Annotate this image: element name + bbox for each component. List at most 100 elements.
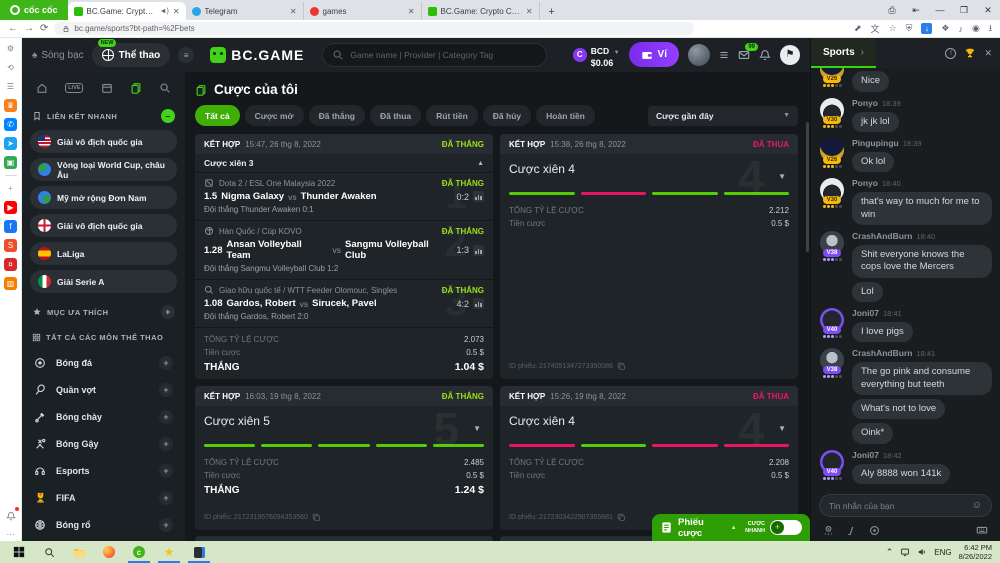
expand-sport-icon[interactable]: + xyxy=(159,491,173,505)
notifications-icon[interactable] xyxy=(4,509,17,522)
game-search[interactable] xyxy=(322,43,547,67)
filter-4[interactable]: Rút tiền xyxy=(426,105,478,126)
shield-icon[interactable]: ⛨ xyxy=(906,23,913,34)
youtube-icon[interactable]: ▶ xyxy=(4,201,17,214)
scrollbar[interactable] xyxy=(806,122,809,252)
session-restore-icon[interactable]: ⇤ xyxy=(904,5,928,16)
chat-username[interactable]: Ponyo18:39 xyxy=(852,98,901,108)
collapse-button[interactable]: – xyxy=(161,109,175,123)
betslip-button[interactable]: Phiếu cược▲CƯỢC NHANH xyxy=(652,514,810,541)
window-close-button[interactable]: ✕ xyxy=(976,5,1000,16)
sidebar-tab-search[interactable] xyxy=(159,82,171,94)
gif-icon[interactable] xyxy=(869,525,880,536)
browser-brand-button[interactable]: cốc cốc xyxy=(0,0,68,20)
filter-3[interactable]: Đã thua xyxy=(370,105,421,126)
expand-sport-icon[interactable]: + xyxy=(159,383,173,397)
accordion-toggle[interactable]: Cược xiên 3▲ xyxy=(195,154,493,173)
tab-audio-icon[interactable]: ◄) xyxy=(160,8,169,15)
quick-link-1[interactable]: Vòng loại World Cup, châu Âu xyxy=(30,158,177,181)
expand-sport-icon[interactable]: + xyxy=(159,518,173,532)
user-avatar[interactable] xyxy=(688,44,710,66)
browser-tab-3[interactable]: BC.Game: Crypto Casino Ga ✕ xyxy=(422,2,540,20)
chat-username[interactable]: Pingupingu18:39 xyxy=(852,138,922,148)
tab-close-icon[interactable]: ✕ xyxy=(526,7,533,16)
add-icon[interactable]: + xyxy=(4,182,17,195)
language-indicator[interactable]: ENG xyxy=(934,548,951,557)
accordion-toggle[interactable]: Cược xiên 44▼ xyxy=(500,154,798,182)
expand-sport-icon[interactable]: + xyxy=(159,410,173,424)
tab-close-icon[interactable]: ✕ xyxy=(173,7,180,16)
quick-link-4[interactable]: LaLiga xyxy=(30,242,177,265)
bell-icon[interactable] xyxy=(759,49,771,61)
gamepad-icon[interactable]: ▣ xyxy=(4,156,17,169)
deals-icon[interactable]: ¤ xyxy=(4,258,17,271)
add-favorite-button[interactable]: + xyxy=(161,305,175,319)
sidebar-sport-tennis[interactable]: Quần vợt+ xyxy=(30,376,177,403)
sidebar-sport-basketball[interactable]: Bóng rổ+ xyxy=(30,511,177,538)
sidebar-tab-home[interactable] xyxy=(36,82,48,94)
bet-card-3[interactable]: KẾT HỢP15:26, 19 thg 8, 2022ĐÃ THUACược … xyxy=(500,386,798,530)
tab-close-icon[interactable]: ✕ xyxy=(290,7,297,16)
history-icon[interactable]: ⟲ xyxy=(4,61,17,74)
wallet-button[interactable]: Ví xyxy=(629,42,679,67)
chat-username[interactable]: CrashAndBurn18:41 xyxy=(852,348,992,358)
sidebar-tab-mybets[interactable] xyxy=(130,82,142,94)
settings-icon[interactable]: ⚙ xyxy=(4,42,17,55)
quick-bet-toggle[interactable] xyxy=(770,520,802,535)
bookmark-star-icon[interactable]: ☆ xyxy=(889,23,897,34)
window-maximize-button[interactable]: ❐ xyxy=(952,5,976,16)
translate-icon[interactable]: 文 xyxy=(871,22,880,35)
trophy-icon[interactable] xyxy=(964,47,976,59)
bet-card-0[interactable]: KẾT HỢP15:47, 26 thg 8, 2022ĐÃ THẮNGCược… xyxy=(195,134,493,379)
facebook-icon[interactable]: f xyxy=(4,220,17,233)
filter-1[interactable]: Cược mở xyxy=(245,105,304,126)
taskbar-start-icon[interactable] xyxy=(4,541,34,563)
quick-link-2[interactable]: Mỹ mở rộng Đơn Nam xyxy=(30,186,177,209)
chat-input-box[interactable]: ☺ xyxy=(819,494,992,517)
bets-list-icon[interactable] xyxy=(719,50,729,60)
bet-card-1[interactable]: KẾT HỢP15:38, 26 thg 8, 2022ĐÃ THUACược … xyxy=(500,134,798,379)
keyboard-icon[interactable] xyxy=(976,524,988,536)
profile-icon[interactable]: ◉ xyxy=(972,23,980,34)
stats-icon[interactable] xyxy=(473,191,484,202)
sidebar-sport-cricket[interactable]: Bóng Gậy+ xyxy=(30,430,177,457)
copy-icon[interactable] xyxy=(617,362,626,371)
rewards-icon[interactable]: ♛ xyxy=(4,99,17,112)
expand-sport-icon[interactable]: + xyxy=(159,464,173,478)
nav-casino[interactable]: ♠Sòng bạc xyxy=(32,50,84,61)
sidebar-tab-live[interactable]: LIVE xyxy=(65,83,83,93)
nav-menu-icon[interactable]: ≡ xyxy=(178,47,194,63)
bcgame-logo[interactable]: BC.GAME xyxy=(210,47,304,63)
chat-username[interactable]: Joni0718:42 xyxy=(852,450,950,460)
mail-icon[interactable]: 99 xyxy=(738,49,750,61)
tab-close-icon[interactable]: ✕ xyxy=(408,7,415,16)
clock[interactable]: 6:42 PM8/26/2022 xyxy=(959,543,992,562)
copy-icon[interactable] xyxy=(617,513,626,522)
quick-link-0[interactable]: Giải vô địch quốc gia xyxy=(30,130,177,153)
currency-selector[interactable]: C BCD ▼ $0.06 xyxy=(573,41,620,68)
browser-tab-1[interactable]: Telegram ✕ xyxy=(186,2,304,20)
new-tab-button[interactable]: + xyxy=(544,4,560,20)
emoji-icon[interactable]: ☺ xyxy=(972,500,982,511)
sidebar-tab-calendar[interactable] xyxy=(101,82,113,94)
back-button[interactable]: ← xyxy=(8,23,18,34)
browser-tab-2[interactable]: games ✕ xyxy=(304,2,422,20)
taskbar-coccoc-icon[interactable]: c xyxy=(124,541,154,563)
nav-sports[interactable]: NEW Thể thao xyxy=(92,43,171,67)
volume-icon[interactable] xyxy=(917,547,927,557)
share-icon[interactable]: ⬈ xyxy=(854,23,862,34)
bet-card-2[interactable]: KẾT HỢP16:03, 19 thg 8, 2022ĐÃ THẮNGCược… xyxy=(195,386,493,530)
forward-button[interactable]: → xyxy=(24,23,34,34)
capture-icon[interactable]: ⎙ xyxy=(880,5,904,16)
quick-link-5[interactable]: Giải Serie A xyxy=(30,270,177,293)
extensions-icon[interactable]: ❖ xyxy=(941,23,949,34)
search-input[interactable] xyxy=(350,50,537,60)
media-icon[interactable]: ♪ xyxy=(958,24,963,34)
filter-6[interactable]: Hoàn tiền xyxy=(536,105,595,126)
taskbar-firefox-icon[interactable] xyxy=(94,541,124,563)
taskbar-favorites-icon[interactable]: ★ xyxy=(154,541,184,563)
chat-tab-sports[interactable]: Sports› xyxy=(811,38,876,68)
shopee-icon[interactable]: S xyxy=(4,239,17,252)
stats-icon[interactable] xyxy=(473,298,484,309)
chat-flag-icon[interactable]: ⚑ xyxy=(780,45,800,65)
